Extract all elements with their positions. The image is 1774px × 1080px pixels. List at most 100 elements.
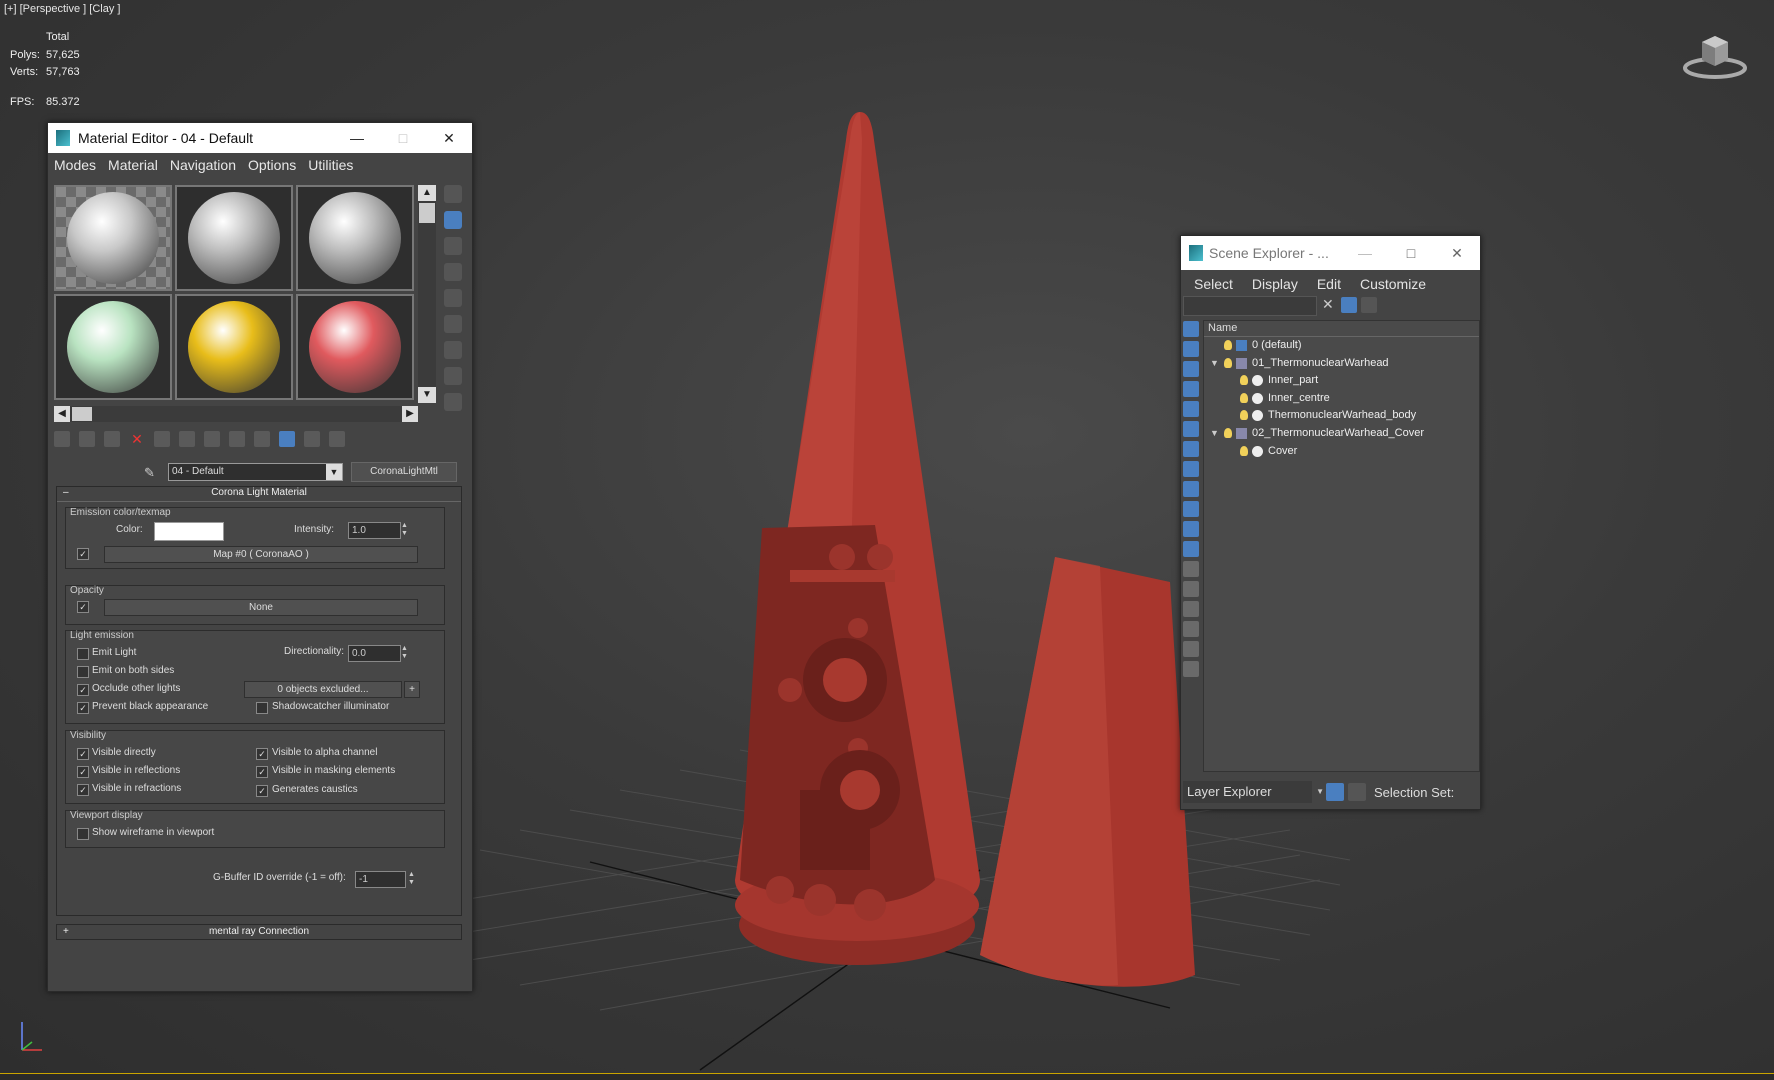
invert-selection-icon[interactable] — [1183, 601, 1199, 617]
shapes-filter-icon[interactable] — [1183, 361, 1199, 377]
menu-utilities[interactable]: Utilities — [308, 157, 353, 173]
emission-map-button[interactable]: Map #0 ( CoronaAO ) — [104, 546, 418, 563]
maximize-button[interactable]: □ — [1388, 245, 1434, 261]
material-editor-titlebar[interactable]: Material Editor - 04 - Default — □ ✕ — [48, 123, 472, 153]
options-icon[interactable] — [444, 341, 462, 359]
filter-toggle-icon[interactable] — [1341, 297, 1357, 313]
layers-icon[interactable] — [1326, 783, 1344, 801]
emission-map-checkbox[interactable]: ✓ — [77, 548, 89, 560]
sample-slot-1[interactable] — [54, 185, 172, 291]
visibility-bulb-icon[interactable] — [1240, 410, 1248, 421]
tree-row[interactable]: ▼ 02_ThermonuclearWarhead_Cover — [1204, 425, 1479, 443]
menu-material[interactable]: Material — [108, 157, 158, 173]
menu-edit[interactable]: Edit — [1317, 276, 1341, 292]
cameras-filter-icon[interactable] — [1183, 401, 1199, 417]
slots-horizontal-scrollbar[interactable]: ◀ ▶ — [54, 406, 418, 422]
scroll-left-icon[interactable]: ◀ — [54, 406, 70, 422]
scene-explorer-titlebar[interactable]: Scene Explorer - ... — □ ✕ — [1181, 236, 1480, 270]
helpers-filter-icon[interactable] — [1183, 421, 1199, 437]
select-by-material-icon[interactable] — [444, 367, 462, 385]
select-none-icon[interactable] — [1183, 581, 1199, 597]
menu-select[interactable]: Select — [1194, 276, 1233, 292]
tree-row[interactable]: ThermonuclearWarhead_body — [1204, 407, 1479, 425]
show-wireframe-checkbox[interactable] — [77, 828, 89, 840]
make-preview-icon[interactable] — [444, 315, 462, 333]
material-type-button[interactable]: CoronaLightMtl — [351, 462, 457, 482]
sample-slot-4[interactable] — [54, 294, 172, 400]
clear-search-icon[interactable]: ✕ — [1322, 296, 1334, 313]
xrefs-filter-icon[interactable] — [1183, 481, 1199, 497]
chevron-down-icon[interactable]: ▼ — [1316, 781, 1324, 803]
visible-alpha-checkbox[interactable]: ✓ — [256, 748, 268, 760]
assign-to-selection-icon[interactable] — [104, 431, 120, 447]
maximize-button[interactable]: □ — [380, 130, 426, 146]
sample-type-icon[interactable] — [444, 185, 462, 203]
scroll-up-icon[interactable]: ▲ — [418, 185, 436, 201]
tree-row[interactable]: ▼ 01_ThermonuclearWarhead — [1204, 355, 1479, 373]
shadowcatcher-checkbox[interactable] — [256, 702, 268, 714]
intensity-spinner[interactable]: ▲ ▼ — [401, 522, 409, 538]
get-material-icon[interactable] — [54, 431, 70, 447]
scroll-thumb[interactable] — [419, 203, 435, 223]
geometry-filter-icon[interactable] — [1183, 341, 1199, 357]
menu-options[interactable]: Options — [248, 157, 296, 173]
material-editor-window[interactable]: Material Editor - 04 - Default — □ ✕ Mod… — [47, 122, 473, 992]
video-color-check-icon[interactable] — [444, 289, 462, 307]
objects-excluded-button[interactable]: 0 objects excluded... — [244, 681, 402, 698]
display-all-icon[interactable] — [1183, 321, 1199, 337]
close-button[interactable]: ✕ — [1434, 245, 1480, 262]
put-to-scene-icon[interactable] — [79, 431, 95, 447]
gbuffer-spinner[interactable]: ▲ ▼ — [408, 871, 416, 887]
tree-row[interactable]: 0 (default) — [1204, 337, 1479, 355]
explorer-mode-dropdown[interactable]: Layer Explorer ▼ — [1183, 781, 1324, 803]
emit-both-sides-checkbox[interactable] — [77, 666, 89, 678]
backlight-icon[interactable] — [444, 211, 462, 229]
emit-light-checkbox[interactable] — [77, 648, 89, 660]
tree-row[interactable]: Inner_centre — [1204, 390, 1479, 408]
scroll-thumb[interactable] — [72, 407, 92, 421]
warhead-cover-model[interactable] — [980, 557, 1195, 987]
visible-directly-checkbox[interactable]: ✓ — [77, 748, 89, 760]
visibility-bulb-icon[interactable] — [1240, 392, 1248, 403]
go-forward-sibling-icon[interactable] — [329, 431, 345, 447]
lights-filter-icon[interactable] — [1183, 381, 1199, 397]
filter-icon[interactable] — [1183, 621, 1199, 637]
visible-masking-checkbox[interactable]: ✓ — [256, 766, 268, 778]
tree-row[interactable]: Cover — [1204, 443, 1479, 461]
groups-filter-icon[interactable] — [1183, 461, 1199, 477]
visibility-bulb-icon[interactable] — [1224, 340, 1232, 350]
eyedropper-icon[interactable]: ✎ — [144, 465, 158, 480]
sample-slot-2[interactable] — [175, 185, 293, 291]
sample-uv-tiling-icon[interactable] — [444, 263, 462, 281]
visibility-bulb-icon[interactable] — [1240, 445, 1248, 456]
background-icon[interactable] — [444, 237, 462, 255]
directionality-spinner[interactable]: ▲ ▼ — [401, 645, 409, 661]
containers-filter-icon[interactable] — [1183, 521, 1199, 537]
layer-options-icon[interactable] — [1361, 297, 1377, 313]
minimize-button[interactable]: — — [334, 130, 380, 146]
column-header-name[interactable]: Name — [1204, 321, 1479, 337]
visibility-bulb-icon[interactable] — [1224, 427, 1232, 438]
collapse-icon[interactable]: – — [63, 487, 69, 498]
scene-tree[interactable]: Name 0 (default) ▼ 01_ThermonuclearWarhe… — [1203, 320, 1480, 772]
hierarchy-icon[interactable] — [1348, 783, 1366, 801]
bones-filter-icon[interactable] — [1183, 501, 1199, 517]
menu-modes[interactable]: Modes — [54, 157, 96, 173]
intensity-input[interactable]: 1.0 — [348, 522, 401, 539]
show-end-result-icon[interactable] — [279, 431, 295, 447]
material-map-navigator-icon[interactable] — [444, 393, 462, 411]
scroll-down-icon[interactable]: ▼ — [418, 387, 436, 403]
viewcube-icon[interactable] — [1680, 28, 1750, 80]
reset-map-icon[interactable]: ✕ — [129, 431, 145, 447]
tree-row[interactable]: Inner_part — [1204, 372, 1479, 390]
scene-explorer-window[interactable]: Scene Explorer - ... — □ ✕ Select Displa… — [1180, 235, 1481, 810]
material-name-dropdown[interactable]: 04 - Default ▼ — [168, 463, 343, 481]
space-warps-filter-icon[interactable] — [1183, 441, 1199, 457]
visible-reflections-checkbox[interactable]: ✓ — [77, 766, 89, 778]
chevron-down-icon[interactable]: ▼ — [326, 464, 342, 480]
sync-selection-icon[interactable] — [1183, 641, 1199, 657]
sample-slot-3[interactable] — [296, 185, 414, 291]
mental-ray-rollout[interactable]: + mental ray Connection — [56, 924, 462, 940]
opacity-map-checkbox[interactable]: ✓ — [77, 601, 89, 613]
menu-customize[interactable]: Customize — [1360, 276, 1426, 292]
